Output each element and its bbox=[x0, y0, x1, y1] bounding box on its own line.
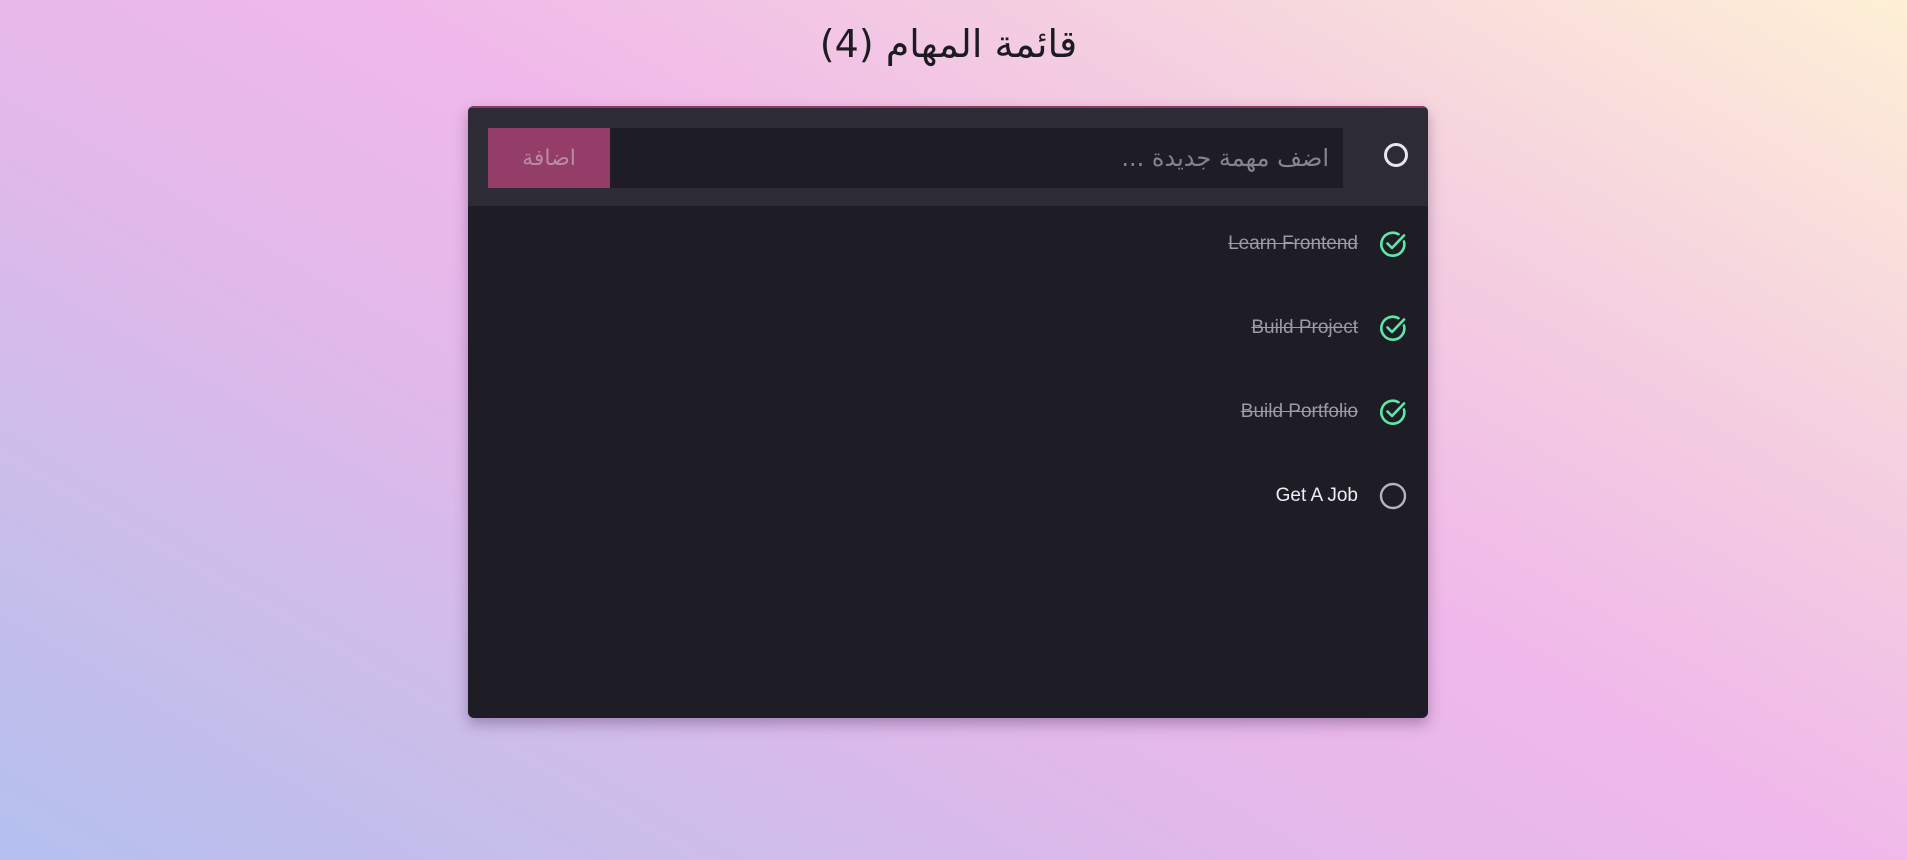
check-circle-icon[interactable] bbox=[1378, 229, 1408, 259]
new-task-bar: اضافة bbox=[468, 106, 1428, 206]
task-item: Build Portfolio bbox=[468, 389, 1428, 429]
toggle-all-circle-icon[interactable] bbox=[1384, 143, 1408, 167]
circle-icon[interactable] bbox=[1378, 481, 1408, 511]
task-item: Learn Frontend bbox=[468, 221, 1428, 261]
task-item: Build Project bbox=[468, 305, 1428, 345]
task-label[interactable]: Build Portfolio bbox=[1241, 399, 1358, 425]
page-title: قائمة المهام (4) bbox=[819, 22, 1078, 66]
new-task-input[interactable] bbox=[488, 128, 1343, 188]
check-circle-icon[interactable] bbox=[1378, 313, 1408, 343]
add-task-button[interactable]: اضافة bbox=[488, 128, 610, 188]
todo-card: اضافة Learn Frontend Build Project bbox=[468, 106, 1428, 718]
task-label[interactable]: Build Project bbox=[1251, 315, 1358, 341]
task-label[interactable]: Learn Frontend bbox=[1228, 231, 1358, 257]
task-item: Get A Job bbox=[468, 473, 1428, 513]
task-label[interactable]: Get A Job bbox=[1276, 483, 1358, 509]
check-circle-icon[interactable] bbox=[1378, 397, 1408, 427]
